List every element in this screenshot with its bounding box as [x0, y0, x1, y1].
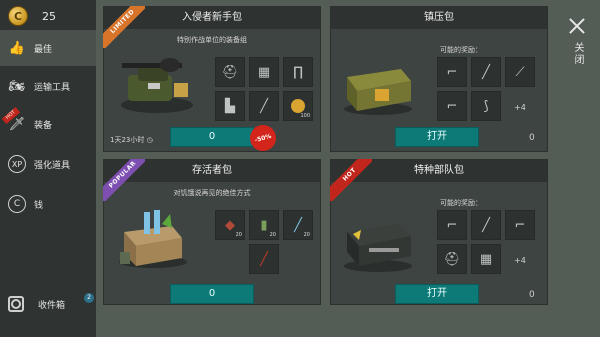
- close-icon[interactable]: [567, 16, 587, 36]
- sidebar-item-label: 运输工具: [34, 82, 71, 93]
- pack-title: 镇压包: [331, 7, 547, 29]
- inbox-icon: [8, 296, 24, 312]
- shotgun-slot: ⟋: [505, 57, 535, 87]
- weapon-case-image: [344, 224, 412, 272]
- open-button[interactable]: 打开: [395, 284, 479, 304]
- grenade-launcher-slot: ⌐: [437, 57, 467, 87]
- helmet-slot: ⛑: [215, 57, 245, 87]
- sidebar-item-label: 装备: [34, 120, 53, 131]
- item-quantity: 20: [235, 232, 242, 238]
- coins-slot: 100: [283, 91, 313, 121]
- assault-rifle-slot: ╱: [471, 210, 501, 240]
- coin-icon: [291, 99, 305, 113]
- rifle-slot: ⌐: [437, 210, 467, 240]
- close-button-label[interactable]: 关闭: [569, 42, 585, 66]
- sidebar-item-label: 最佳: [34, 44, 53, 55]
- price-text: 0: [529, 133, 535, 143]
- gear-bundle-image: [121, 58, 193, 113]
- ammo-crate-image: [344, 69, 412, 115]
- steak-slot: ◆ 20: [215, 210, 245, 240]
- sidebar-item-equipment[interactable]: HOT 🗡 装备: [0, 106, 96, 142]
- vest-slot: ▦: [471, 244, 501, 274]
- timer-text: 1天23小时 ◷: [110, 136, 153, 144]
- crowbar-slot: ╱: [249, 244, 279, 274]
- pack-newbie: LIMITED 入侵者新手包 特别作战单位的装备组 ⛑ ▦ ∏ ▙ ╱ 100 …: [103, 6, 321, 154]
- xp-boost-icon: XP: [8, 155, 26, 173]
- sidebar-item-money[interactable]: C 钱: [0, 186, 96, 222]
- sidebar-item-label: 钱: [34, 200, 44, 211]
- sidebar-item-best[interactable]: 👍 最佳: [0, 30, 96, 66]
- coin-icon: C: [8, 195, 26, 213]
- buy-button[interactable]: 0: [170, 127, 254, 147]
- sidebar: C 25 👍 最佳 🏍 运输工具 HOT 🗡 装备 XP 强化道具 C 钱 收件…: [0, 0, 96, 337]
- pack-special-forces: HOT 特种部队包 可能的奖励： ⌐ ╱ ⌐ ⛑ ▦ +4 打开 0: [330, 159, 548, 305]
- limited-ribbon: LIMITED: [103, 6, 145, 48]
- helmet-slot: ⛑: [437, 244, 467, 274]
- more-rewards-label: +4: [514, 256, 526, 265]
- coin-icon: C: [8, 6, 28, 26]
- sidebar-item-vehicles[interactable]: 🏍 运输工具: [0, 68, 96, 104]
- vest-slot: ▦: [249, 57, 279, 87]
- crowbar-slot: ╱: [249, 91, 279, 121]
- item-quantity: 20: [303, 232, 310, 238]
- more-rewards-label: +4: [514, 103, 526, 112]
- coin-balance: C 25: [8, 4, 56, 28]
- motorcycle-icon: 🏍: [8, 78, 26, 94]
- machete-slot: ⟆: [471, 91, 501, 121]
- inbox-label: 收件箱: [38, 300, 66, 311]
- buy-button[interactable]: 0: [170, 284, 254, 304]
- price-text: 0: [529, 290, 535, 300]
- smg-slot: ⌐: [505, 210, 535, 240]
- inbox-badge: 2: [84, 293, 94, 303]
- clock-icon: ◷: [146, 136, 153, 144]
- thumbs-up-icon: 👍: [8, 40, 26, 56]
- possible-rewards-label: 可能的奖励：: [440, 46, 482, 54]
- food-box-image: [119, 210, 187, 268]
- rifle-slot: ╱: [471, 57, 501, 87]
- item-quantity: 100: [300, 113, 310, 119]
- possible-rewards-label: 可能的奖励：: [440, 199, 482, 207]
- pistol-slot: ⌐: [437, 91, 467, 121]
- item-quantity: 20: [269, 232, 276, 238]
- pants-slot: ∏: [283, 57, 313, 87]
- sidebar-item-label: 强化道具: [34, 160, 71, 171]
- water-bottle-slot: ╱ 20: [283, 210, 313, 240]
- pack-suppress: 镇压包 可能的奖励： ⌐ ╱ ⟋ ⌐ ⟆ +4 打开 0: [330, 6, 548, 152]
- coin-count: 25: [42, 9, 56, 23]
- pack-survivor: POPULAR 存活者包 对饥饿说再见的绝佳方式 ◆ 20 ▮ 20 ╱ 20 ╱ 0: [103, 159, 321, 305]
- canned-food-slot: ▮ 20: [249, 210, 279, 240]
- sidebar-item-boosters[interactable]: XP 强化道具: [0, 146, 96, 182]
- hot-ribbon: HOT: [330, 159, 372, 201]
- popular-ribbon: POPULAR: [103, 159, 145, 201]
- inbox-button[interactable]: 收件箱 2: [0, 289, 96, 319]
- open-button[interactable]: 打开: [395, 127, 479, 147]
- boots-slot: ▙: [215, 91, 245, 121]
